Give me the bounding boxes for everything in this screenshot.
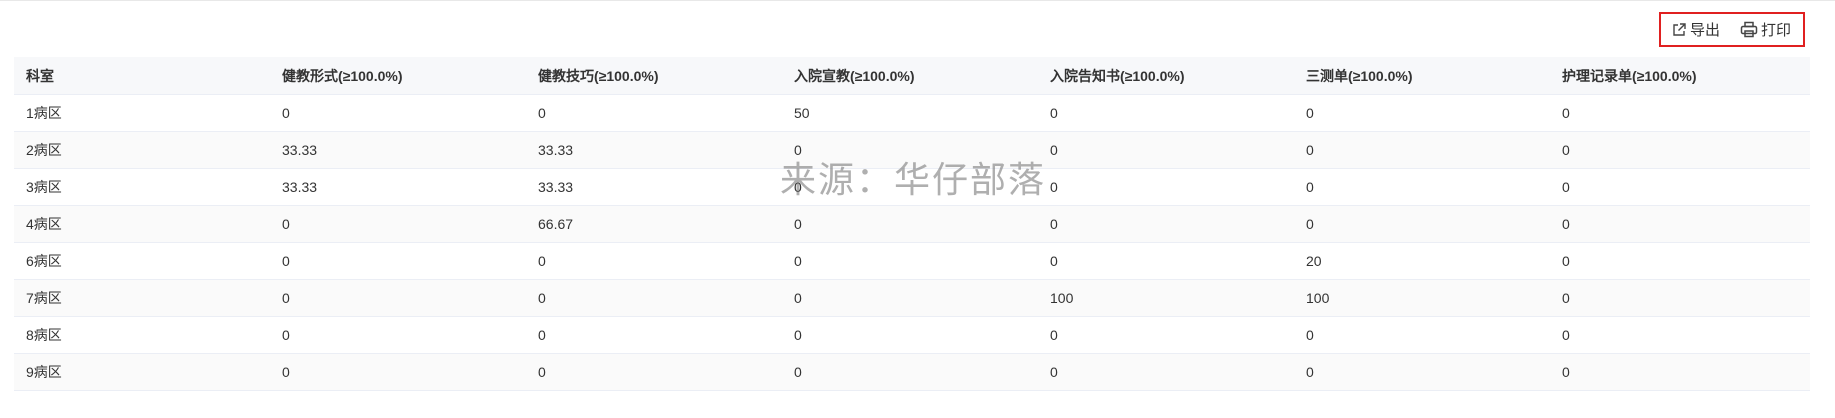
rate-cell: 20 — [1294, 242, 1550, 280]
rate-cell: 0 — [1294, 94, 1550, 132]
rate-cell: 0 — [1038, 168, 1294, 206]
top-divider — [0, 0, 1835, 1]
rate-cell: 0 — [1550, 94, 1810, 132]
rate-cell: 0 — [1550, 279, 1810, 317]
rate-cell: 0 — [270, 279, 526, 317]
rate-cell: 0 — [526, 316, 782, 354]
column-header: 科室 — [14, 57, 270, 95]
rate-cell: 0 — [270, 205, 526, 243]
rate-cell: 0 — [526, 279, 782, 317]
table-toolbar: 导出 打印 — [1659, 12, 1805, 47]
rate-cell: 0 — [782, 131, 1038, 169]
table-row: 8病区 0 0 0 0 0 0 — [14, 316, 1810, 354]
table-row: 1病区 0 0 50 0 0 0 — [14, 94, 1810, 132]
rate-cell: 50 — [782, 94, 1038, 132]
column-header: 健教形式(≥100.0%) — [270, 57, 526, 95]
rate-cell: 0 — [526, 94, 782, 132]
export-button[interactable]: 导出 — [1671, 19, 1720, 40]
rate-cell: 0 — [1038, 205, 1294, 243]
rate-cell: 0 — [1550, 131, 1810, 169]
rate-cell: 100 — [1294, 279, 1550, 317]
rate-cell: 0 — [782, 353, 1038, 391]
rate-cell: 0 — [1550, 353, 1810, 391]
rate-cell: 0 — [782, 242, 1038, 280]
rate-cell: 0 — [1294, 131, 1550, 169]
table-row: 7病区 0 0 0 100 100 0 — [14, 279, 1810, 317]
rate-cell: 0 — [1550, 316, 1810, 354]
rate-cell: 0 — [526, 242, 782, 280]
rate-cell: 33.33 — [270, 131, 526, 169]
rate-cell: 0 — [526, 353, 782, 391]
rate-cell: 0 — [1294, 353, 1550, 391]
column-header: 三测单(≥100.0%) — [1294, 57, 1550, 95]
statistics-table: 科室 健教形式(≥100.0%) 健教技巧(≥100.0%) 入院宣教(≥100.0%… — [14, 57, 1810, 391]
export-label: 导出 — [1689, 22, 1720, 39]
rate-cell: 0 — [1550, 168, 1810, 206]
rate-cell: 0 — [1038, 242, 1294, 280]
rate-cell: 0 — [1550, 205, 1810, 243]
ward-name-cell: 6病区 — [14, 242, 270, 280]
ward-name-cell: 2病区 — [14, 131, 270, 169]
column-header: 健教技巧(≥100.0%) — [526, 57, 782, 95]
ward-name-cell: 1病区 — [14, 94, 270, 132]
rate-cell: 66.67 — [526, 205, 782, 243]
rate-cell: 0 — [1038, 131, 1294, 169]
print-label: 打印 — [1760, 22, 1791, 39]
rate-cell: 0 — [782, 205, 1038, 243]
rate-cell: 0 — [1038, 353, 1294, 391]
ward-name-cell: 7病区 — [14, 279, 270, 317]
table-row: 9病区 0 0 0 0 0 0 — [14, 353, 1810, 391]
rate-cell: 0 — [782, 316, 1038, 354]
table-row: 4病区 0 66.67 0 0 0 0 — [14, 205, 1810, 243]
rate-cell: 33.33 — [526, 168, 782, 206]
table-header-row: 科室 健教形式(≥100.0%) 健教技巧(≥100.0%) 入院宣教(≥100.0%… — [14, 57, 1810, 95]
table-row: 2病区 33.33 33.33 0 0 0 0 — [14, 131, 1810, 169]
rate-cell: 0 — [270, 316, 526, 354]
rate-cell: 33.33 — [270, 168, 526, 206]
column-header: 入院宣教(≥100.0%) — [782, 57, 1038, 95]
table-body: 1病区 0 0 50 0 0 0 2病区 33.33 33.33 0 0 0 0 3病区 33.33 33.33… — [14, 94, 1810, 391]
print-button[interactable]: 打印 — [1740, 19, 1791, 40]
ward-name-cell: 9病区 — [14, 353, 270, 391]
printer-icon — [1740, 21, 1758, 38]
rate-cell: 0 — [782, 168, 1038, 206]
rate-cell: 0 — [1038, 316, 1294, 354]
rate-cell: 0 — [1294, 205, 1550, 243]
rate-cell: 0 — [270, 242, 526, 280]
rate-cell: 0 — [1550, 242, 1810, 280]
ward-name-cell: 8病区 — [14, 316, 270, 354]
column-header: 护理记录单(≥100.0%) — [1550, 57, 1810, 95]
rate-cell: 0 — [270, 94, 526, 132]
rate-cell: 0 — [1294, 168, 1550, 206]
table-row: 6病区 0 0 0 0 20 0 — [14, 242, 1810, 280]
rate-cell: 0 — [270, 353, 526, 391]
column-header: 入院告知书(≥100.0%) — [1038, 57, 1294, 95]
rate-cell: 100 — [1038, 279, 1294, 317]
rate-cell: 0 — [1294, 316, 1550, 354]
ward-name-cell: 4病区 — [14, 205, 270, 243]
table-row: 3病区 33.33 33.33 0 0 0 0 — [14, 168, 1810, 206]
ward-name-cell: 3病区 — [14, 168, 270, 206]
rate-cell: 0 — [782, 279, 1038, 317]
rate-cell: 0 — [1038, 94, 1294, 132]
external-link-icon — [1671, 22, 1687, 38]
rate-cell: 33.33 — [526, 131, 782, 169]
